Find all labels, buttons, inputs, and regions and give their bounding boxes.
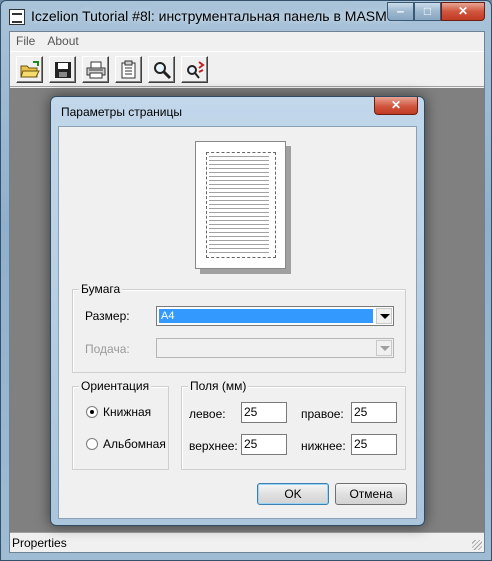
page-setup-dialog: Параметры страницы ✕ Бумага Размер: A4 П…	[50, 96, 425, 526]
preview-margin-outline	[206, 152, 276, 258]
maximize-button[interactable]: □	[414, 2, 441, 21]
margins-group: Поля (мм)	[181, 379, 406, 470]
right-margin-input[interactable]: 25	[351, 402, 397, 423]
open-button[interactable]	[16, 56, 43, 83]
menu-about[interactable]: About	[41, 32, 84, 50]
cancel-button[interactable]: Отмена	[335, 483, 407, 505]
preview-text-lines	[209, 156, 269, 256]
orientation-legend: Ориентация	[79, 379, 152, 393]
margins-legend: Поля (мм)	[188, 379, 249, 393]
portrait-label: Книжная	[103, 405, 152, 419]
left-margin-label: левое:	[189, 407, 226, 421]
paper-legend: Бумага	[79, 282, 123, 296]
page-setup-icon	[121, 60, 136, 79]
caption-buttons: ‒ □ ✕	[387, 2, 485, 21]
left-margin-input[interactable]: 25	[241, 402, 287, 423]
dialog-body: Бумага Размер: A4 Подача: Ориентация Кни…	[58, 126, 417, 519]
replace-button[interactable]	[181, 56, 208, 83]
top-margin-label: верхнее:	[189, 439, 238, 453]
replace-icon	[187, 61, 205, 79]
app-icon[interactable]	[9, 9, 25, 25]
find-button[interactable]	[148, 56, 175, 83]
save-button[interactable]	[49, 56, 76, 83]
menu-file[interactable]: File	[10, 32, 41, 50]
dialog-close-button[interactable]: ✕	[374, 97, 418, 115]
window-title: Iczelion Tutorial #8l: инструментальная …	[31, 8, 403, 24]
dialog-title: Параметры страницы	[61, 105, 182, 119]
bottom-margin-input[interactable]: 25	[351, 434, 397, 455]
title-bar[interactable]: Iczelion Tutorial #8l: инструментальная …	[1, 1, 491, 31]
print-button[interactable]	[82, 56, 109, 83]
landscape-radio[interactable]	[86, 438, 98, 450]
toolbar	[10, 51, 484, 87]
menu-bar: File About	[10, 32, 484, 50]
printer-icon	[86, 61, 106, 79]
minimize-button[interactable]: ‒	[387, 2, 414, 21]
status-bar: Properties	[10, 532, 484, 552]
paper-size-value: A4	[159, 309, 373, 323]
page-setup-button[interactable]	[115, 56, 142, 83]
open-folder-icon	[20, 61, 40, 78]
landscape-label: Альбомная	[103, 437, 166, 451]
ok-button[interactable]: OK	[257, 483, 329, 505]
source-label: Подача:	[85, 342, 130, 356]
chevron-down-icon[interactable]	[376, 340, 392, 356]
paper-source-value	[159, 341, 373, 355]
size-label: Размер:	[85, 309, 130, 323]
bottom-margin-label: нижнее:	[301, 439, 346, 453]
orientation-group: Ориентация	[72, 379, 169, 470]
paper-group: Бумага	[72, 282, 406, 373]
resize-grip[interactable]	[472, 540, 482, 550]
status-text: Properties	[12, 536, 67, 550]
find-icon	[154, 62, 172, 80]
save-disk-icon	[55, 62, 71, 78]
paper-size-select[interactable]: A4	[156, 306, 394, 326]
right-margin-label: правое:	[301, 407, 344, 421]
paper-source-select[interactable]	[156, 338, 394, 358]
portrait-radio[interactable]	[86, 406, 98, 418]
page-preview	[195, 141, 286, 269]
close-button[interactable]: ✕	[441, 2, 485, 21]
top-margin-input[interactable]: 25	[241, 434, 287, 455]
chevron-down-icon[interactable]	[376, 308, 392, 324]
